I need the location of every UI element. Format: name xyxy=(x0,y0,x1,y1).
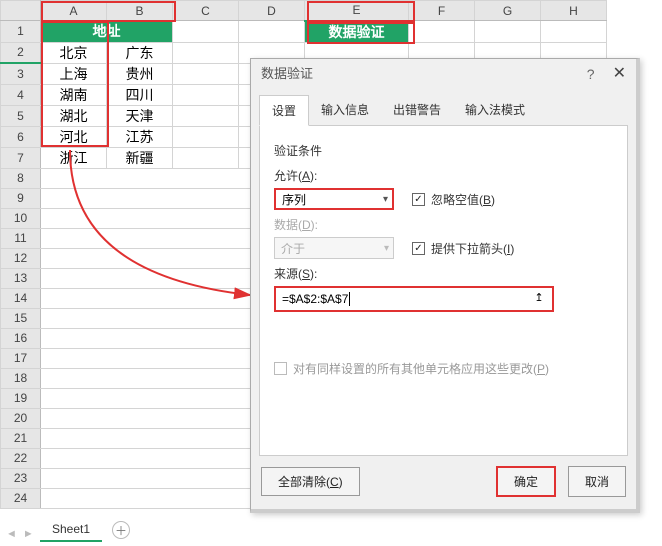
sheet-nav[interactable]: ◄► xyxy=(6,528,34,540)
help-icon[interactable]: ? xyxy=(587,59,595,89)
cell[interactable]: 湖北 xyxy=(41,105,107,126)
cell[interactable]: 北京 xyxy=(41,42,107,63)
cell[interactable] xyxy=(541,21,607,43)
col-header[interactable]: D xyxy=(239,1,305,21)
row-header[interactable]: 19 xyxy=(1,388,41,408)
cell[interactable] xyxy=(173,147,239,168)
row-header[interactable]: 16 xyxy=(1,328,41,348)
cell[interactable]: 贵州 xyxy=(107,63,173,84)
row-header[interactable]: 8 xyxy=(1,168,41,188)
chevron-down-icon: ▾ xyxy=(383,194,388,205)
col-header[interactable]: E xyxy=(305,1,409,21)
close-icon[interactable]: ✕ xyxy=(613,59,626,89)
cell[interactable] xyxy=(173,126,239,147)
tab-ime-mode[interactable]: 输入法模式 xyxy=(453,95,537,125)
row-header[interactable]: 14 xyxy=(1,288,41,308)
ok-button[interactable]: 确定 xyxy=(496,466,556,497)
dropdown-arrow-checkbox[interactable]: ✓ 提供下拉箭头(I) xyxy=(412,240,514,257)
row-header[interactable]: 4 xyxy=(1,84,41,105)
row-header[interactable]: 18 xyxy=(1,368,41,388)
allow-select[interactable]: 序列▾ xyxy=(274,188,394,210)
row-header[interactable]: 22 xyxy=(1,448,41,468)
cell[interactable] xyxy=(475,21,541,43)
row-header[interactable]: 15 xyxy=(1,308,41,328)
cell[interactable]: 上海 xyxy=(41,63,107,84)
tab-error-alert[interactable]: 出错警告 xyxy=(381,95,453,125)
add-sheet-button[interactable]: ＋ xyxy=(112,521,130,539)
col-header[interactable]: B xyxy=(107,1,173,21)
row-header[interactable]: 3 xyxy=(1,63,41,84)
row-header[interactable]: 5 xyxy=(1,105,41,126)
row-header[interactable]: 17 xyxy=(1,348,41,368)
sheet-tab[interactable]: Sheet1 xyxy=(40,518,102,542)
cell[interactable] xyxy=(239,21,305,43)
tab-settings[interactable]: 设置 xyxy=(259,95,309,126)
col-header[interactable]: F xyxy=(409,1,475,21)
row-header[interactable]: 7 xyxy=(1,147,41,168)
ignore-blank-checkbox[interactable]: ✓ 忽略空值(B) xyxy=(412,191,495,208)
cell[interactable]: 江苏 xyxy=(107,126,173,147)
checkbox-unchecked-icon xyxy=(274,362,287,375)
row-header[interactable]: 2 xyxy=(1,42,41,63)
cell[interactable]: 湖南 xyxy=(41,84,107,105)
source-label: 来源(S): xyxy=(274,265,613,282)
row-header[interactable]: 12 xyxy=(1,248,41,268)
header-address: 地址 xyxy=(41,21,173,43)
range-picker-icon[interactable]: ↥ xyxy=(532,292,546,306)
row-header[interactable]: 20 xyxy=(1,408,41,428)
cell[interactable] xyxy=(173,21,239,43)
row-header[interactable]: 11 xyxy=(1,228,41,248)
row-header[interactable]: 9 xyxy=(1,188,41,208)
dialog-title: 数据验证 xyxy=(261,59,313,89)
row-header[interactable]: 21 xyxy=(1,428,41,448)
tab-input-message[interactable]: 输入信息 xyxy=(309,95,381,125)
data-select: 介于▾ xyxy=(274,237,394,259)
cell[interactable]: 新疆 xyxy=(107,147,173,168)
data-label: 数据(D): xyxy=(274,216,613,233)
source-input[interactable]: =$A$2:$A$7 ↥ xyxy=(274,286,554,312)
allow-label: 允许(A): xyxy=(274,167,613,184)
cell[interactable]: 天津 xyxy=(107,105,173,126)
cell[interactable]: 河北 xyxy=(41,126,107,147)
row-header[interactable]: 13 xyxy=(1,268,41,288)
col-header[interactable]: A xyxy=(41,1,107,21)
section-label: 验证条件 xyxy=(274,142,613,159)
col-header[interactable]: H xyxy=(541,1,607,21)
row-header[interactable]: 10 xyxy=(1,208,41,228)
clear-all-button[interactable]: 全部清除(C) xyxy=(261,467,360,496)
chevron-down-icon: ▾ xyxy=(384,243,389,254)
col-header[interactable]: C xyxy=(173,1,239,21)
checkbox-checked-icon: ✓ xyxy=(412,193,425,206)
cell[interactable] xyxy=(173,63,239,84)
cell[interactable] xyxy=(173,42,239,63)
cell[interactable] xyxy=(173,84,239,105)
dialog-tabs: 设置 输入信息 出错警告 输入法模式 xyxy=(259,95,628,126)
cancel-button[interactable]: 取消 xyxy=(568,466,626,497)
row-header[interactable]: 24 xyxy=(1,488,41,508)
col-header[interactable]: G xyxy=(475,1,541,21)
cell[interactable] xyxy=(409,21,475,43)
header-validation: 数据验证 xyxy=(305,21,409,43)
row-header[interactable]: 1 xyxy=(1,21,41,43)
cell[interactable]: 广东 xyxy=(107,42,173,63)
apply-to-others-checkbox: 对有同样设置的所有其他单元格应用这些更改(P) xyxy=(274,360,613,377)
cell[interactable] xyxy=(173,105,239,126)
cell[interactable]: 四川 xyxy=(107,84,173,105)
select-all-corner[interactable] xyxy=(1,1,41,21)
cell[interactable]: 浙江 xyxy=(41,147,107,168)
data-validation-dialog: 数据验证 ? ✕ 设置 输入信息 出错警告 输入法模式 验证条件 允许(A): … xyxy=(250,58,640,513)
row-header[interactable]: 23 xyxy=(1,468,41,488)
row-header[interactable]: 6 xyxy=(1,126,41,147)
checkbox-checked-icon: ✓ xyxy=(412,242,425,255)
